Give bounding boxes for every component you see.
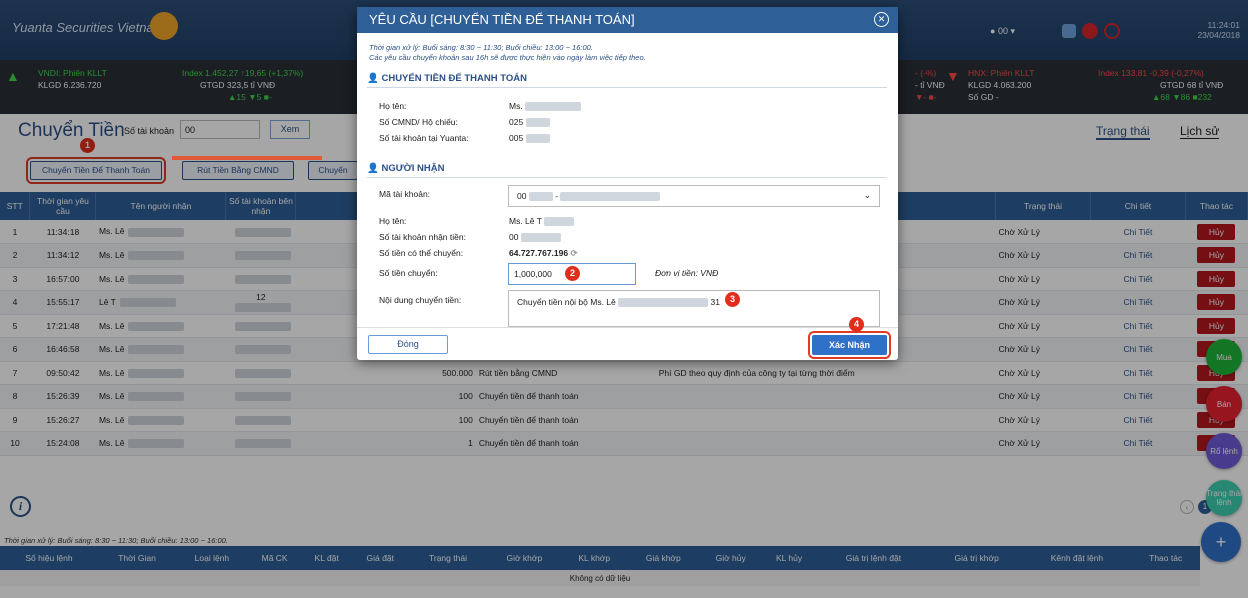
transfer-modal: YÊU CẦU [CHUYỂN TIỀN ĐỂ THANH TOÁN] ✕ Th… — [357, 7, 898, 360]
amount-label: Số tiền chuyển: — [379, 268, 438, 278]
recv-acct-label: Mã tài khoản: — [379, 189, 431, 199]
modal-footer-divider — [357, 327, 898, 328]
currency-unit: Đơn vị tiền: VNĐ — [655, 268, 719, 278]
modal-note-time: Thời gian xử lý: Buổi sáng: 8:30 ~ 11:30… — [369, 43, 593, 52]
recv-name-text: Ms. Lê T — [509, 216, 542, 226]
chevron-down-icon: ⌄ — [863, 190, 871, 200]
recv-no-text: 00 — [509, 232, 519, 242]
modal-note-after: Các yêu cầu chuyển khoản sau 16h sẽ được… — [369, 53, 646, 62]
redacted — [528, 192, 553, 202]
content-label: Nội dung chuyển tiền: — [379, 295, 462, 305]
recv-no-label: Số tài khoản nhận tiền: — [379, 232, 466, 242]
sender-acct-text: 005 — [509, 133, 524, 143]
divider — [367, 87, 887, 88]
step-marker-3: 3 — [725, 292, 740, 307]
content-suffix: 31 — [710, 297, 720, 307]
sender-id-text: 025 — [509, 117, 524, 127]
close-button[interactable]: Đóng — [368, 335, 448, 354]
divider — [367, 177, 887, 178]
sender-acct-label: Số tài khoản tại Yuanta: — [379, 133, 469, 143]
loading-spinner-icon: ⟳ — [570, 248, 578, 258]
section-transfer: 👤 CHUYỂN TIỀN ĐỂ THANH TOÁN — [367, 73, 527, 84]
redacted — [544, 217, 575, 227]
recv-acct-select[interactable]: 00 - ⌄ — [508, 185, 880, 207]
sender-id-value: 025 — [509, 117, 550, 128]
sender-id-label: Số CMND/ Hộ chiếu: — [379, 117, 458, 127]
close-icon[interactable]: ✕ — [874, 12, 889, 27]
sender-name-label: Họ tên: — [379, 101, 407, 111]
recv-no-value: 00 — [509, 232, 561, 243]
sender-acct-value: 005 — [509, 133, 550, 144]
recv-name-label: Họ tên: — [379, 216, 407, 226]
content-textarea[interactable]: Chuyển tiền nội bộ Ms. Lê 31 — [508, 290, 880, 327]
step-marker-2: 2 — [565, 266, 580, 281]
redacted — [525, 134, 550, 144]
avail-value: 64.727.767.196 ⟳ — [509, 248, 578, 259]
section-receiver-label: NGƯỜI NHẬN — [381, 163, 445, 174]
redacted — [525, 102, 582, 112]
sender-name-text: Ms. — [509, 101, 523, 111]
section-receiver: 👤 NGƯỜI NHẬN — [367, 163, 445, 174]
modal-title: YÊU CẦU [CHUYỂN TIỀN ĐỂ THANH TOÁN] — [369, 12, 635, 27]
step-marker-4: 4 — [849, 317, 864, 332]
avail-text: 64.727.767.196 — [509, 248, 569, 258]
confirm-button[interactable]: Xác Nhận — [808, 331, 891, 359]
avail-label: Số tiền có thể chuyển: — [379, 248, 464, 258]
recv-acct-text: 00 — [517, 191, 527, 201]
redacted — [520, 233, 561, 243]
redacted — [618, 298, 709, 308]
content-text: Chuyển tiền nội bộ Ms. Lê — [517, 297, 616, 307]
section-transfer-label: CHUYỂN TIỀN ĐỂ THANH TOÁN — [381, 73, 527, 84]
modal-header: YÊU CẦU [CHUYỂN TIỀN ĐỂ THANH TOÁN] ✕ — [357, 7, 898, 33]
redacted — [525, 118, 550, 128]
recv-name-value: Ms. Lê T — [509, 216, 575, 227]
sender-name-value: Ms. — [509, 101, 582, 112]
redacted — [560, 192, 661, 202]
